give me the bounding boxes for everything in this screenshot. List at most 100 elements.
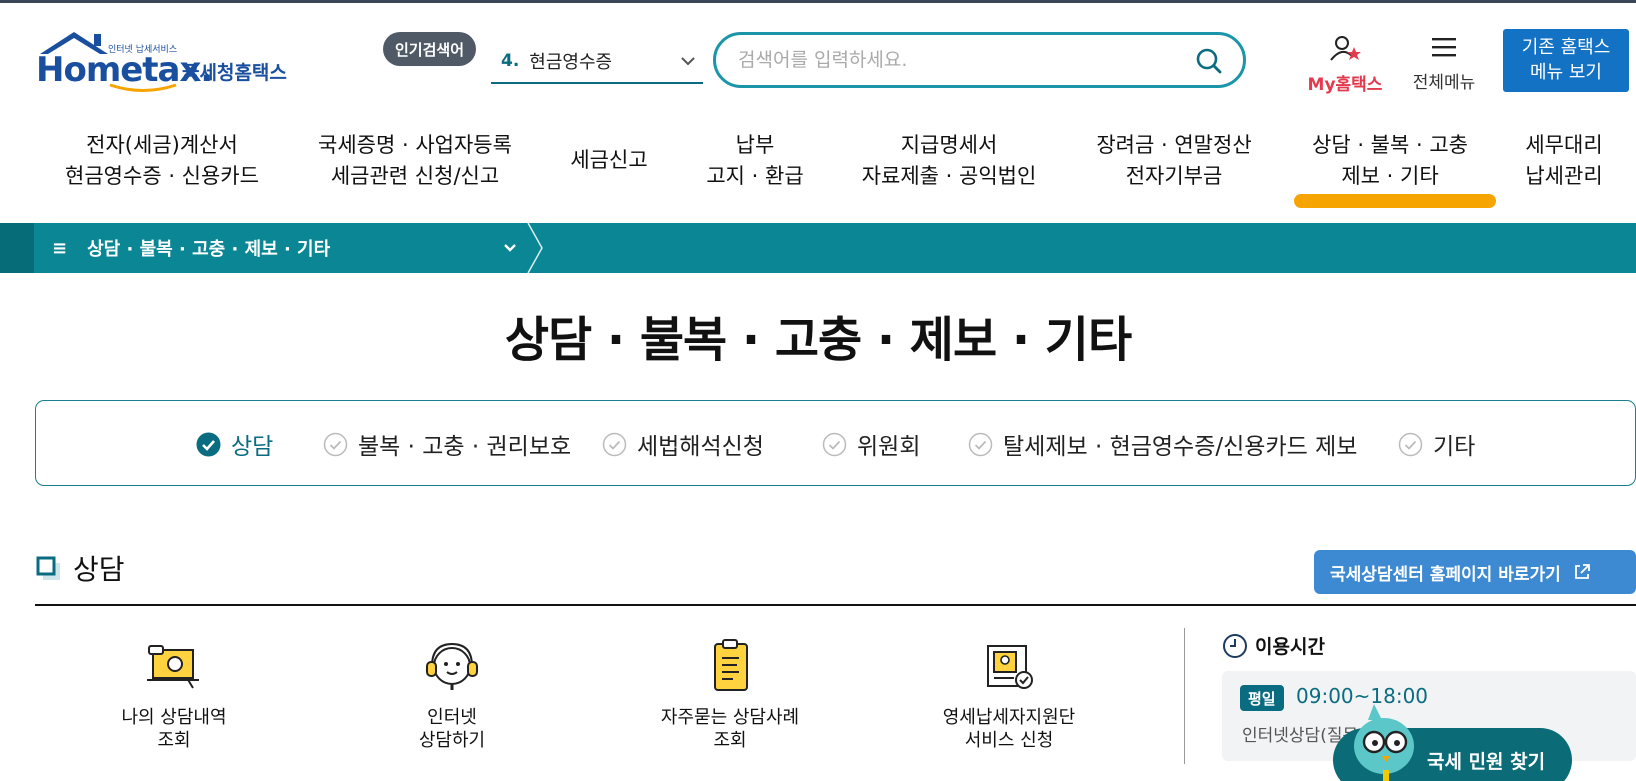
gnb-item-certificate[interactable]: 국세증명 · 사업자등록 세금관련 신청/신고	[318, 130, 512, 192]
service-label: 나의 상담내역 조회	[64, 706, 284, 752]
tab-committee[interactable]: 위원회	[822, 427, 920, 461]
certificate-icon	[987, 645, 1033, 689]
all-menu-label: 전체메뉴	[1412, 73, 1476, 93]
service-line1: 영세납세자지원단	[942, 707, 1076, 728]
search-box	[713, 32, 1246, 88]
top-border	[0, 0, 1636, 3]
service-internet-consulting[interactable]: 인터넷 상담하기	[342, 638, 562, 752]
document-icon	[714, 639, 748, 691]
service-line2: 조회	[713, 730, 747, 751]
tab-consulting[interactable]: 상담	[196, 427, 273, 461]
check-outline-icon	[968, 432, 993, 456]
logo-swoosh-icon	[109, 83, 177, 92]
service-my-consulting-history[interactable]: 나의 상담내역 조회	[64, 638, 284, 752]
consulting-center-link-button[interactable]: 국세상담센터 홈페이지 바로가기	[1314, 550, 1636, 594]
gnb-item-payment[interactable]: 납부 고지 · 환급	[706, 130, 803, 192]
gnb-line2: 자료제출 · 공익법인	[861, 164, 1037, 188]
tab-other[interactable]: 기타	[1398, 427, 1475, 461]
chevron-down-icon[interactable]	[501, 239, 519, 257]
popular-search-badge: 인기검색어	[383, 32, 477, 66]
gnb-line2: 제보 · 기타	[1341, 164, 1439, 188]
category-tabs: 상담 불복 · 고충 · 권리보호 세법해석신청 위원회 탈세제보 · 현금영수…	[35, 400, 1636, 486]
section-heading: 상담	[35, 548, 125, 588]
gnb-line1: 전자(세금)계산서	[86, 133, 238, 157]
gnb-line1: 세금신고	[570, 148, 648, 172]
list-icon: ≡	[52, 237, 68, 259]
clock-icon	[1223, 633, 1247, 658]
gnb-item-invoice[interactable]: 전자(세금)계산서 현금영수증 · 신용카드	[65, 130, 259, 192]
service-line2: 조회	[157, 730, 191, 751]
monitor-icon	[147, 645, 199, 689]
gnb-item-agent[interactable]: 세무대리 납세관리	[1525, 130, 1602, 192]
breadcrumb-dropdown[interactable]: ≡ 상담 · 불복 · 고충 · 제보 · 기타	[34, 223, 534, 273]
check-outline-icon	[1398, 432, 1423, 456]
gnb-line2: 납세관리	[1525, 164, 1603, 188]
old-menu-line2: 메뉴 보기	[1530, 62, 1602, 83]
popular-term: 현금영수증	[529, 52, 613, 73]
gnb-item-incentive[interactable]: 장려금 · 연말정산 전자기부금	[1096, 130, 1251, 192]
gnb-line1: 세무대리	[1525, 133, 1603, 157]
gnb-line1: 상담 · 불복 · 고충	[1312, 133, 1468, 157]
gnb-line2: 전자기부금	[1125, 164, 1223, 188]
tab-label: 세법해석신청	[637, 434, 764, 460]
gnb-active-indicator	[1294, 194, 1496, 208]
popular-search-select[interactable]: 4. 현금영수증	[491, 40, 703, 84]
popular-rank: 4.	[501, 51, 520, 71]
my-hometax-button[interactable]: My홈택스	[1300, 34, 1390, 95]
gnb-line2: 고지 · 환급	[706, 164, 804, 188]
service-line1: 자주묻는 상담사례	[660, 707, 800, 728]
hours-heading: 이용시간	[1222, 632, 1325, 659]
service-label: 인터넷 상담하기	[342, 706, 562, 752]
tab-interpretation[interactable]: 세법해석신청	[602, 427, 764, 461]
tab-appeal[interactable]: 불복 · 고충 · 권리보호	[323, 427, 571, 461]
check-outline-icon	[602, 432, 627, 456]
vertical-divider	[1184, 628, 1185, 764]
tab-report[interactable]: 탈세제보 · 현금영수증/신용카드 제보	[968, 427, 1357, 461]
my-hometax-label: My홈택스	[1307, 75, 1383, 95]
hometax-logo[interactable]: 인터넷 납세서비스 Hometax. 국세청홈택스	[36, 28, 306, 96]
tab-label: 위원회	[857, 434, 921, 460]
floating-label: 국세 민원 찾기	[1427, 750, 1546, 773]
check-outline-icon	[822, 432, 847, 456]
chevron-down-icon	[681, 57, 695, 66]
user-star-icon	[1330, 36, 1361, 61]
link-label: 국세상담센터 홈페이지 바로가기	[1330, 564, 1561, 585]
service-line2: 서비스 신청	[964, 730, 1054, 751]
old-menu-button[interactable]: 기존 홈택스 메뉴 보기	[1503, 29, 1629, 92]
gnb-item-tax-return[interactable]: 세금신고	[570, 145, 647, 176]
service-label: 자주묻는 상담사례 조회	[620, 706, 840, 752]
headset-icon	[426, 642, 478, 690]
tab-label: 상담	[231, 434, 274, 460]
service-line1: 인터넷	[427, 707, 477, 728]
tab-label: 불복 · 고충 · 권리보호	[358, 434, 572, 460]
breadcrumb-bar: ≡ 상담 · 불복 · 고충 · 제보 · 기타	[0, 223, 1636, 273]
section-title: 상담	[73, 553, 125, 586]
gnb-line1: 지급명세서	[900, 133, 998, 157]
external-link-icon	[1574, 564, 1590, 579]
weekday-badge: 평일	[1240, 685, 1284, 711]
service-small-taxpayer-support[interactable]: 영세납세자지원단 서비스 신청	[899, 638, 1119, 752]
gnb-line1: 납부	[735, 133, 775, 157]
search-input[interactable]	[738, 49, 1178, 71]
hamburger-icon	[1432, 38, 1456, 57]
check-outline-icon	[323, 432, 348, 456]
gnb-item-statement[interactable]: 지급명세서 자료제출 · 공익법인	[862, 130, 1037, 192]
service-label: 영세납세자지원단 서비스 신청	[899, 706, 1119, 752]
service-line2: 상담하기	[418, 730, 486, 751]
service-line1: 나의 상담내역	[121, 707, 227, 728]
check-filled-icon	[196, 432, 221, 456]
hours-title: 이용시간	[1255, 636, 1325, 658]
service-faq-cases[interactable]: 자주묻는 상담사례 조회	[620, 638, 840, 752]
gnb-line2: 현금영수증 · 신용카드	[65, 164, 259, 188]
mascot-icon	[1354, 704, 1414, 781]
all-menu-button[interactable]: 전체메뉴	[1404, 34, 1484, 93]
logo-korean: 국세청홈택스	[182, 62, 287, 84]
section-square-icon	[36, 556, 60, 580]
tab-label: 기타	[1433, 434, 1476, 460]
breadcrumb-separator-icon	[527, 223, 543, 273]
page-title: 상담 · 불복 · 고충 · 제보 · 기타	[504, 312, 1132, 368]
search-icon[interactable]	[1195, 47, 1223, 75]
tab-label: 탈세제보 · 현금영수증/신용카드 제보	[1003, 434, 1358, 460]
gnb-item-consulting[interactable]: 상담 · 불복 · 고충 제보 · 기타	[1312, 130, 1468, 192]
gnb-line1: 국세증명 · 사업자등록	[318, 133, 512, 157]
